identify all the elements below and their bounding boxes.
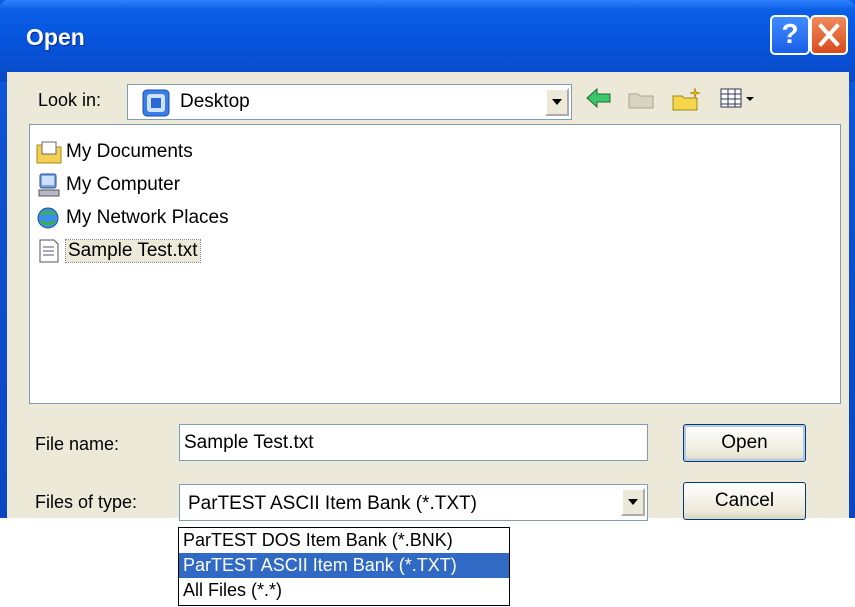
help-button[interactable]: ? [770,15,810,55]
up-folder-icon[interactable] [627,86,655,110]
lookin-value: Desktop [180,91,250,112]
filename-label: File name: [35,434,120,454]
filetype-option[interactable]: All Files (*.*) [179,578,509,603]
desktop-icon [142,89,170,117]
file-list[interactable]: My Documents My Computer My Network Plac… [29,124,841,404]
lookin-dropdown-button[interactable] [545,88,569,116]
file-name: Sample Test.txt [65,239,201,263]
file-item[interactable]: My Computer [36,170,180,200]
chevron-down-icon [552,99,562,105]
file-name: My Documents [66,141,193,162]
file-name: My Network Places [66,207,229,228]
folder-documents-icon [36,141,62,164]
lookin-label: Look in: [38,90,102,110]
title-bar[interactable]: Open ? [0,0,855,82]
cancel-button[interactable]: Cancel [683,482,806,520]
filetype-value: ParTEST ASCII Item Bank (*.TXT) [188,493,477,514]
computer-icon [38,173,60,197]
open-button[interactable]: Open [683,424,806,462]
back-icon[interactable] [585,86,613,110]
view-menu-icon[interactable] [719,86,759,110]
open-dialog: Open ? Look in: Desktop My Documents My … [0,0,855,521]
dialog-client: Look in: Desktop My Documents My Compute… [7,72,849,521]
file-item[interactable]: My Documents [36,137,193,167]
file-name: My Computer [66,174,181,195]
filetype-dropdown-list[interactable]: ParTEST DOS Item Bank (*.BNK) ParTEST AS… [178,527,510,606]
window-title: Open [26,24,85,50]
filetype-label: Files of type: [35,492,138,512]
filetype-option[interactable]: ParTEST DOS Item Bank (*.BNK) [179,528,509,553]
file-item[interactable]: Sample Test.txt [36,236,201,266]
filetype-dropdown-button[interactable] [621,488,645,516]
text-file-icon [39,239,59,263]
close-button[interactable] [810,15,848,55]
lookin-combo[interactable]: Desktop [127,84,572,120]
close-icon [818,23,840,47]
file-item[interactable]: My Network Places [36,203,229,233]
filename-input[interactable]: Sample Test.txt [179,424,648,461]
new-folder-icon[interactable] [671,86,703,112]
filetype-combo[interactable]: ParTEST ASCII Item Bank (*.TXT) [179,484,648,521]
chevron-down-icon [628,499,638,505]
network-places-icon [37,207,59,229]
filetype-option-selected[interactable]: ParTEST ASCII Item Bank (*.TXT) [179,553,509,578]
